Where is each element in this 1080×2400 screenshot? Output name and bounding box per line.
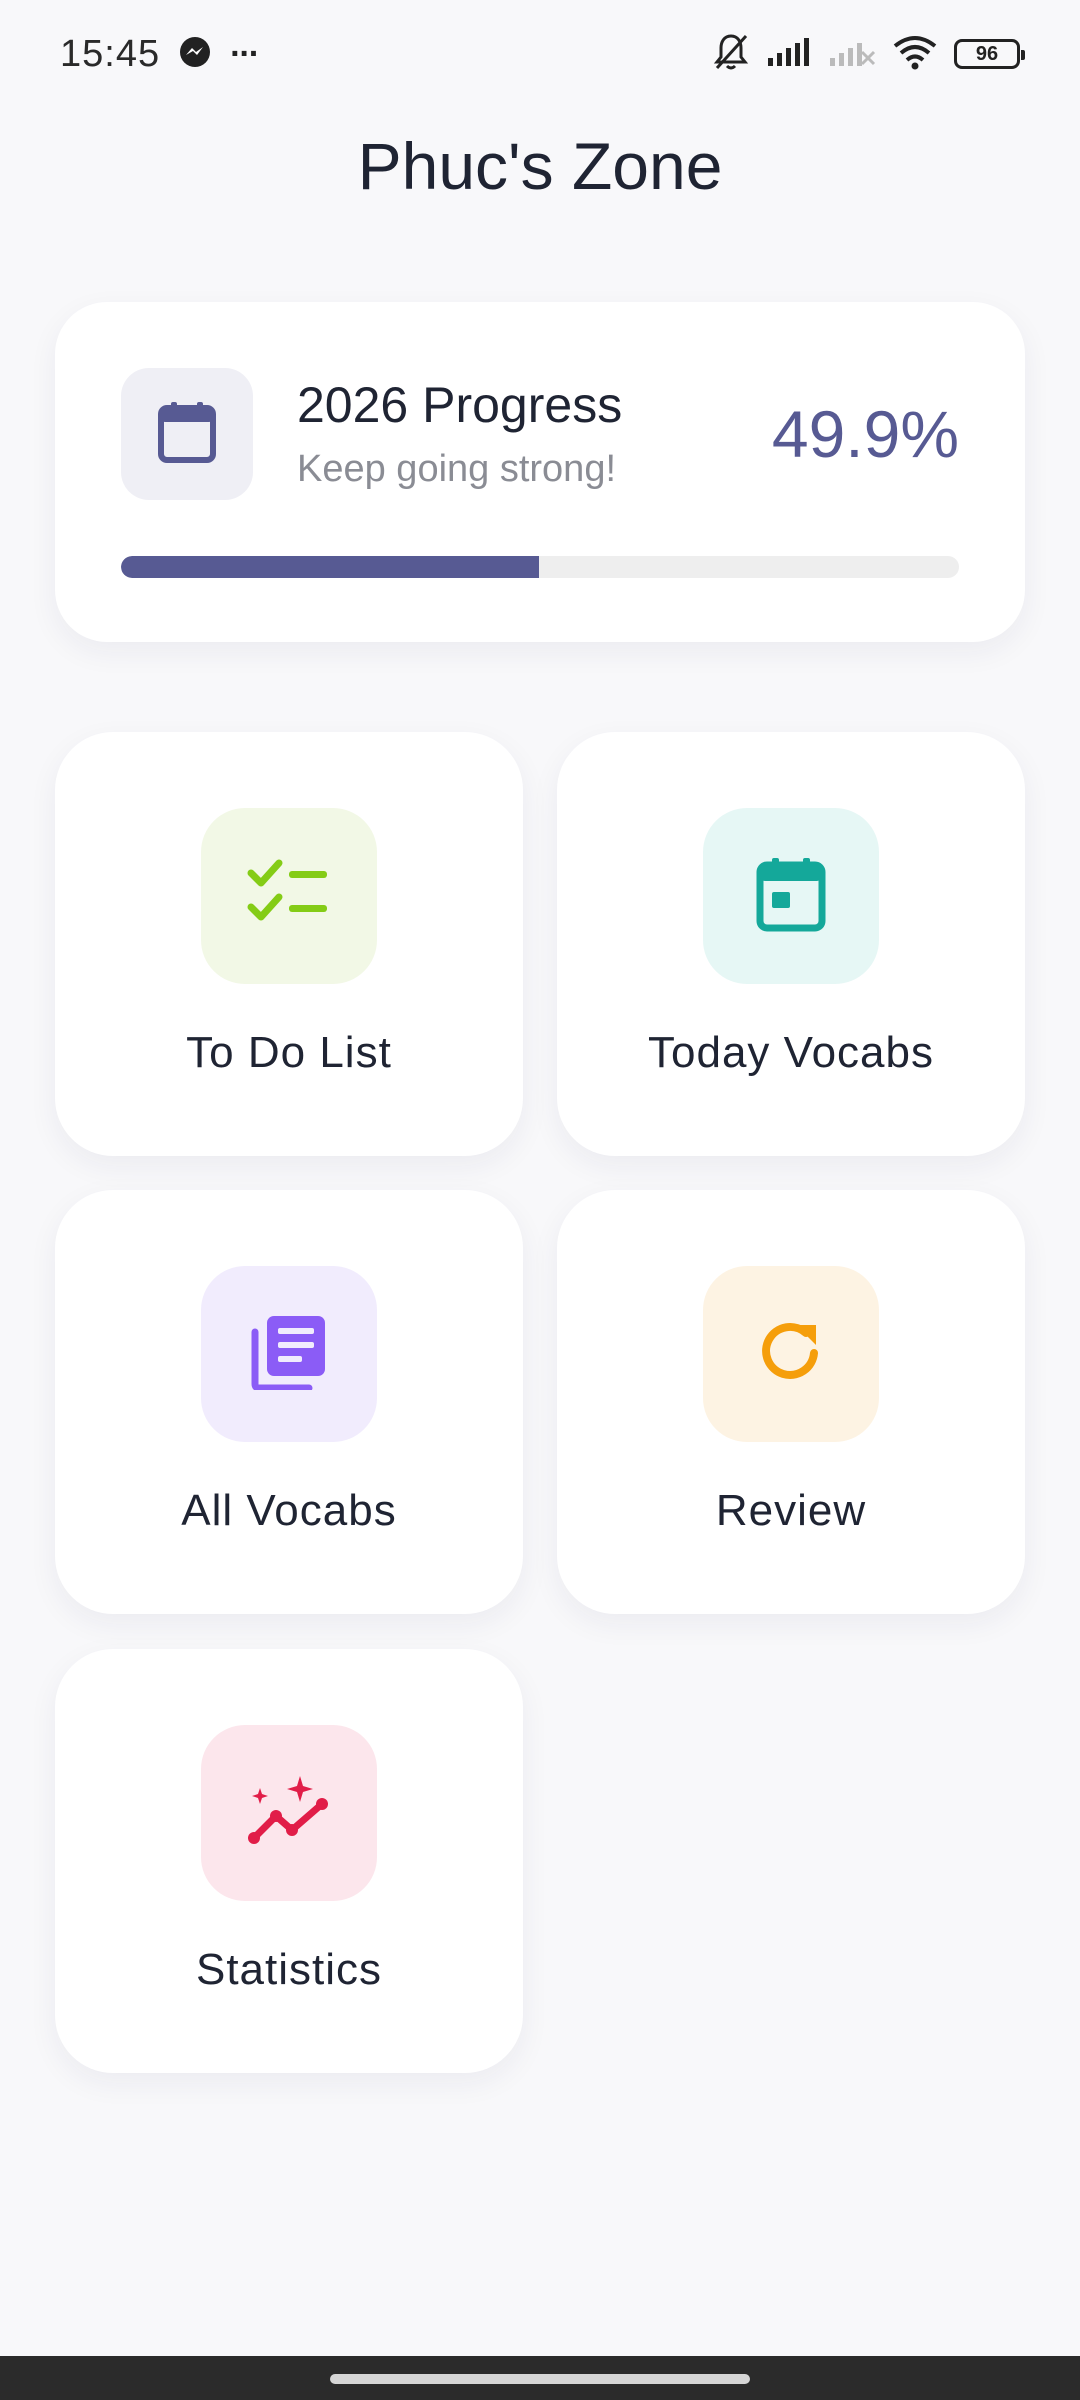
- status-bar: 15:45 ··· 96: [0, 0, 1080, 108]
- more-notifications-icon: ···: [230, 34, 260, 73]
- status-time: 15:45: [60, 32, 161, 75]
- wifi-icon: [892, 34, 938, 75]
- page-title: Phuc's Zone: [357, 129, 723, 203]
- tile-icon-container: [201, 1266, 377, 1442]
- progress-percent: 49.9%: [771, 397, 959, 471]
- library-books-icon: [251, 1314, 327, 1395]
- progress-subtitle: Keep going strong!: [297, 448, 617, 490]
- tile-icon-container: [703, 1266, 879, 1442]
- signal-icon: [766, 36, 812, 73]
- year-progress-card: 2026 Progress Keep going strong! 49.9%: [55, 302, 1025, 642]
- refresh-icon: [756, 1317, 826, 1392]
- tile-today-vocabs[interactable]: Today Vocabs: [557, 732, 1025, 1156]
- battery-level: 96: [975, 42, 999, 65]
- home-gesture-handle[interactable]: [330, 2374, 750, 2384]
- system-navigation-bar: [0, 2356, 1080, 2400]
- tile-icon-container: [201, 1725, 377, 1901]
- tile-label: Review: [715, 1486, 867, 1535]
- tile-review[interactable]: Review: [557, 1190, 1025, 1614]
- calendar-today-icon: [756, 856, 826, 937]
- messenger-icon: [178, 35, 212, 74]
- tile-all-vocabs[interactable]: All Vocabs: [55, 1190, 523, 1614]
- tile-todo-list[interactable]: To Do List: [55, 732, 523, 1156]
- status-right: 96: [712, 32, 1025, 77]
- tile-statistics[interactable]: Statistics: [55, 1649, 523, 2073]
- tile-icon-container: [703, 808, 879, 984]
- bell-off-icon: [712, 32, 750, 77]
- tile-label: All Vocabs: [181, 1486, 397, 1535]
- progress-icon-container: [121, 368, 253, 500]
- home-screen: 15:45 ··· 96 Phuc's Zone 2026 Progress K…: [0, 0, 1080, 2400]
- tile-label: Statistics: [195, 1945, 383, 1994]
- calendar-icon: [157, 400, 217, 469]
- tile-label: To Do List: [186, 1028, 392, 1077]
- progress-title: 2026 Progress: [297, 377, 623, 433]
- trend-sparkle-icon: [246, 1774, 332, 1853]
- tile-icon-container: [201, 808, 377, 984]
- checklist-icon: [247, 859, 331, 934]
- tile-label: Today Vocabs: [648, 1028, 934, 1077]
- battery-icon: 96: [954, 39, 1025, 69]
- signal-no-service-icon: [828, 36, 876, 73]
- progress-bar: [121, 556, 959, 578]
- status-left: 15:45 ···: [60, 32, 260, 76]
- progress-bar-fill: [121, 556, 540, 578]
